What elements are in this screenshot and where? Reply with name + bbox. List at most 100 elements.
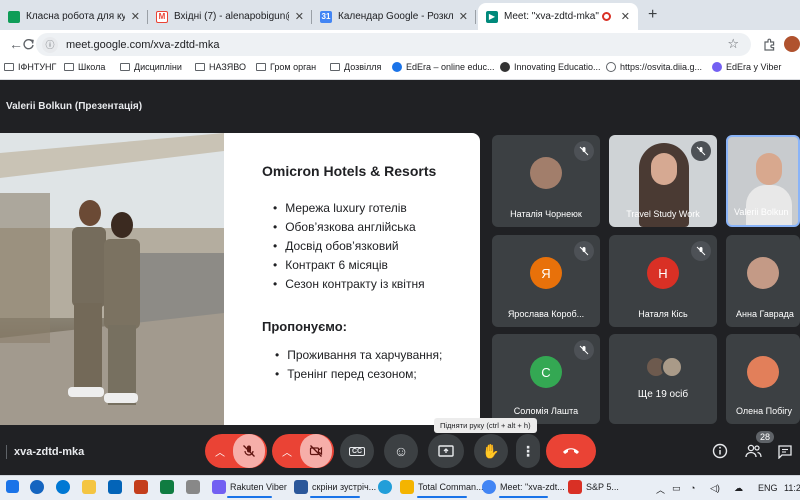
start-button[interactable]: [6, 480, 23, 493]
participant-tile[interactable]: Н Наталя Кісь: [609, 235, 717, 327]
raise-hand-button[interactable]: ✋: [474, 434, 508, 468]
onedrive-icon[interactable]: ☁: [734, 483, 743, 494]
bookmark-item[interactable]: НАЗЯВО: [195, 62, 246, 72]
reload-icon[interactable]: [18, 34, 38, 54]
captions-button[interactable]: CC: [340, 434, 374, 468]
leave-call-button[interactable]: [546, 434, 596, 468]
taskbar-app-chrome-meet[interactable]: Meet: "xva-zdt...: [482, 480, 565, 494]
bookmark-star-icon[interactable]: ☆: [727, 36, 739, 52]
avatar: Я: [530, 257, 562, 289]
input-language[interactable]: ENG: [758, 483, 778, 493]
profile-icon[interactable]: [782, 34, 800, 54]
bookmark-item[interactable]: Гром орган: [256, 62, 316, 72]
taskbar-pinned[interactable]: [56, 480, 74, 494]
excel-icon: [160, 480, 174, 494]
bookmark-item[interactable]: Дисципліни: [120, 62, 182, 72]
clock[interactable]: 11:2: [784, 483, 800, 493]
bookmark-item[interactable]: Innovating Educatio...: [500, 62, 601, 72]
taskbar-pinned[interactable]: [30, 480, 48, 494]
innovating-icon: [500, 62, 510, 72]
taskbar-label: Rakuten Viber: [230, 482, 287, 492]
taskbar-app-word[interactable]: скріни зустріч...: [294, 480, 376, 494]
close-icon[interactable]: ✕: [131, 10, 140, 23]
edge-icon: [56, 480, 70, 494]
extensions-icon[interactable]: [759, 34, 779, 54]
speaker-icon[interactable]: ◁): [710, 483, 720, 494]
taskbar-pinned[interactable]: [378, 480, 396, 494]
slide-bullet: Обов’язкова англійська: [273, 218, 425, 237]
divider: [6, 445, 7, 459]
url-bar[interactable]: ⓘ meet.google.com/xva-zdtd-mka ☆: [36, 33, 751, 56]
bookmark-item[interactable]: Дозвілля: [330, 62, 381, 72]
participant-tile[interactable]: Наталія Чорнеюк: [492, 135, 600, 227]
avatar: [661, 356, 683, 378]
close-icon[interactable]: ✕: [459, 10, 468, 23]
close-icon[interactable]: ✕: [295, 10, 304, 23]
tab-classroom[interactable]: Класна робота для курсу "Гео ✕: [0, 3, 148, 30]
participant-tile[interactable]: Valerii Bolkun: [726, 135, 800, 227]
hand-icon: ✋: [482, 443, 499, 460]
taskbar-pinned[interactable]: [134, 480, 152, 494]
participant-tile[interactable]: С Соломія Лашта: [492, 334, 600, 424]
taskbar-pinned[interactable]: [186, 480, 204, 494]
bookmark-item[interactable]: https://osvita.diia.g...: [606, 62, 702, 72]
bookmark-label: Дозвілля: [344, 62, 381, 72]
taskbar-pinned[interactable]: [82, 480, 100, 494]
show-hidden-icons[interactable]: ︿: [656, 483, 665, 496]
meeting-info-icon[interactable]: [711, 442, 729, 460]
microphone-button[interactable]: ︿: [205, 434, 267, 468]
taskbar-pinned[interactable]: [160, 480, 178, 494]
reactions-button[interactable]: ☺: [384, 434, 418, 468]
more-options-button[interactable]: ⋮: [516, 434, 540, 468]
tab-calendar[interactable]: 31 Календар Google - Розклад по ✕: [312, 3, 476, 30]
participant-face: [756, 153, 782, 185]
bookmark-item[interactable]: Школа: [64, 62, 105, 72]
network-icon[interactable]: ◔: [690, 483, 695, 493]
bookmark-item[interactable]: EdEra у Viber: [712, 62, 781, 72]
taskbar-app-totalcmd[interactable]: Total Comman...: [400, 480, 484, 494]
app-icon: [186, 480, 200, 494]
avatar: С: [530, 356, 562, 388]
url-text: meet.google.com/xva-zdtd-mka: [66, 39, 219, 51]
taskbar-pinned[interactable]: [108, 480, 126, 494]
word-icon: [294, 480, 308, 494]
mic-off-icon: [574, 141, 594, 161]
mic-off-icon: [574, 241, 594, 261]
chevron-up-icon[interactable]: ︿: [274, 444, 300, 459]
slide-offer: Тренінг перед сезоном;: [275, 365, 442, 384]
bookmark-label: EdEra – online educ...: [406, 62, 495, 72]
globe-icon: [606, 62, 616, 72]
presenter-label: Valerii Bolkun (Презентація): [6, 101, 142, 112]
tab-meet[interactable]: ▶ Meet: "xva-zdtd-mka" ✕: [478, 3, 638, 30]
chevron-up-icon[interactable]: ︿: [207, 444, 233, 459]
camera-button[interactable]: ︿: [272, 434, 334, 468]
taskbar-app-viber[interactable]: Rakuten Viber: [212, 480, 287, 494]
taskbar-label: Total Comman...: [418, 482, 484, 492]
participant-tile[interactable]: Олена Побігу: [726, 334, 800, 424]
participant-tile-more[interactable]: Ще 19 осіб: [609, 334, 717, 424]
present-button[interactable]: [428, 434, 464, 468]
bookmark-item[interactable]: ІФНТУНГ: [4, 62, 56, 72]
tab-gmail[interactable]: M Вхідні (7) - alenapobigun@gma ✕: [148, 3, 312, 30]
participant-name: Анна Гаврада: [736, 309, 800, 319]
new-tab-button[interactable]: +: [648, 6, 657, 24]
taskbar: Rakuten Viber скріни зустріч... Total Co…: [0, 475, 800, 500]
folder-icon: [330, 63, 340, 71]
chat-icon[interactable]: [776, 442, 794, 460]
participant-tile[interactable]: Анна Гаврада: [726, 235, 800, 327]
participant-name: Travel Study Work: [609, 209, 717, 219]
mic-off-icon: [574, 340, 594, 360]
taskbar-app-stocks[interactable]: S&P 5...: [568, 480, 619, 494]
close-icon[interactable]: ✕: [621, 10, 630, 23]
bookmark-item[interactable]: EdEra – online educ...: [392, 62, 495, 72]
mic-off-icon: [691, 241, 711, 261]
participant-tile[interactable]: Travel Study Work: [609, 135, 717, 227]
slide-bullet-list: Мережа luxury готелів Обов’язкова англій…: [273, 199, 425, 294]
participant-name: Соломія Лашта: [492, 406, 600, 416]
folder-icon: [82, 480, 96, 494]
participant-tile[interactable]: Я Ярослава Короб...: [492, 235, 600, 327]
participant-name: Valerii Bolkun: [734, 207, 798, 217]
site-info-icon[interactable]: ⓘ: [42, 37, 58, 53]
battery-icon[interactable]: ▭: [672, 483, 681, 494]
people-icon[interactable]: [744, 442, 762, 460]
